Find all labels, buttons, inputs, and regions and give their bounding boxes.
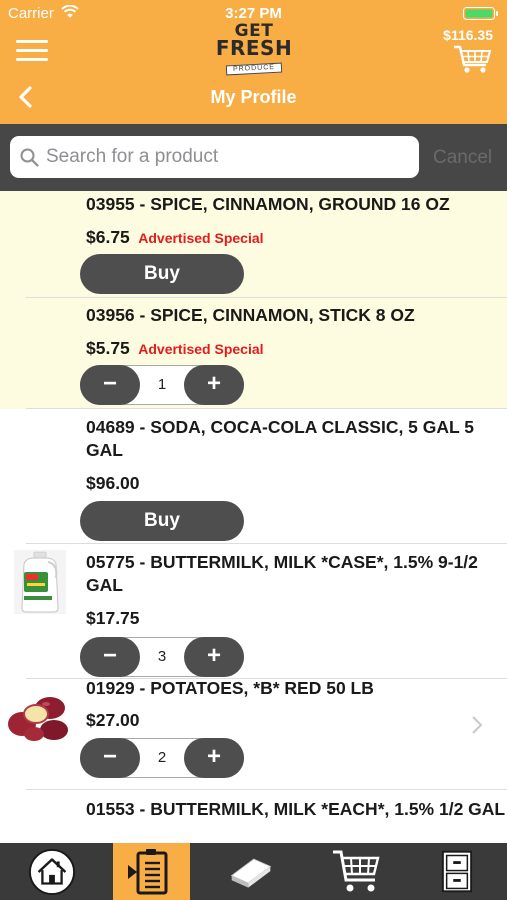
decrement-button[interactable]: − bbox=[80, 365, 140, 405]
cart-icon[interactable] bbox=[453, 44, 493, 74]
cancel-button[interactable]: Cancel bbox=[433, 147, 492, 169]
cart-total[interactable]: $116.35 bbox=[443, 27, 493, 43]
product-title: 04689 - SODA, COCA-COLA CLASSIC, 5 GAL 5… bbox=[86, 417, 474, 460]
price-row: $17.75 bbox=[86, 608, 140, 629]
quantity-stepper: − 2 + bbox=[80, 738, 244, 778]
menu-bar bbox=[16, 58, 48, 61]
tab-home[interactable] bbox=[0, 843, 113, 900]
logo-text-produce: PRODUCE bbox=[225, 62, 283, 76]
decrement-button[interactable]: − bbox=[80, 738, 140, 778]
search-bar: Cancel bbox=[0, 124, 507, 191]
filing-cabinet-icon bbox=[441, 850, 473, 893]
quantity-stepper: − 3 + bbox=[80, 637, 244, 677]
tab-files[interactable] bbox=[409, 843, 507, 900]
tab-orders[interactable] bbox=[113, 843, 190, 900]
quantity-value[interactable]: 2 bbox=[141, 739, 183, 777]
home-icon bbox=[28, 848, 76, 896]
product-price: $96.00 bbox=[86, 473, 140, 493]
catalog-book-icon bbox=[230, 858, 272, 888]
product-row[interactable]: 01553 - BUTTERMILK, MILK *EACH*, 1.5% 1/… bbox=[0, 790, 507, 843]
tab-catalog[interactable] bbox=[190, 843, 303, 900]
product-title: 01929 - POTATOES, *B* RED 50 LB bbox=[86, 678, 374, 698]
price-row: $96.00 bbox=[86, 473, 140, 494]
logo-text-fresh: FRESH bbox=[215, 36, 293, 60]
quantity-value[interactable]: 3 bbox=[141, 638, 183, 676]
price-row: $6.75 Advertised Special bbox=[86, 227, 264, 248]
search-input[interactable] bbox=[46, 136, 406, 178]
product-list: 03955 - SPICE, CINNAMON, GROUND 16 OZ $6… bbox=[0, 191, 507, 843]
menu-bar bbox=[16, 40, 48, 43]
product-row[interactable]: 03956 - SPICE, CINNAMON, STICK 8 OZ $5.7… bbox=[0, 298, 507, 409]
search-box[interactable] bbox=[10, 136, 419, 178]
product-price: $17.75 bbox=[86, 608, 140, 628]
product-row[interactable]: 01929 - POTATOES, *B* RED 50 LB $27.00 −… bbox=[0, 678, 507, 790]
decrement-button[interactable]: − bbox=[80, 637, 140, 677]
menu-bar bbox=[16, 49, 48, 52]
buttermilk-jug-image bbox=[14, 550, 66, 614]
battery-icon bbox=[463, 7, 498, 20]
special-badge: Advertised Special bbox=[138, 230, 264, 246]
page-title: My Profile bbox=[210, 87, 297, 107]
price-row: $5.75 Advertised Special bbox=[86, 338, 264, 359]
price-row: $27.00 bbox=[86, 710, 140, 731]
menu-button[interactable] bbox=[16, 38, 50, 64]
product-title: 03955 - SPICE, CINNAMON, GROUND 16 OZ bbox=[86, 194, 450, 214]
get-fresh-logo: GET FRESH PRODUCE bbox=[207, 23, 301, 76]
shopping-cart-icon bbox=[333, 850, 380, 892]
buy-button[interactable]: Buy bbox=[80, 501, 244, 541]
product-price: $27.00 bbox=[86, 710, 140, 730]
chevron-right-icon[interactable] bbox=[471, 715, 483, 735]
product-title: 01553 - BUTTERMILK, MILK *EACH*, 1.5% 1/… bbox=[86, 799, 506, 819]
red-potatoes-image bbox=[6, 694, 70, 742]
product-row[interactable]: 05775 - BUTTERMILK, MILK *CASE*, 1.5% 9-… bbox=[0, 544, 507, 679]
quantity-stepper: − 1 + bbox=[80, 365, 244, 405]
special-badge: Advertised Special bbox=[138, 341, 264, 357]
bottom-tab-bar bbox=[0, 843, 507, 900]
product-row[interactable]: 03955 - SPICE, CINNAMON, GROUND 16 OZ $6… bbox=[0, 191, 507, 298]
product-price: $6.75 bbox=[86, 227, 130, 247]
increment-button[interactable]: + bbox=[184, 637, 244, 677]
order-list-icon bbox=[128, 849, 168, 895]
status-time: 3:27 PM bbox=[225, 5, 282, 22]
increment-button[interactable]: + bbox=[184, 738, 244, 778]
buy-button[interactable]: Buy bbox=[80, 254, 244, 294]
product-row[interactable]: 04689 - SODA, COCA-COLA CLASSIC, 5 GAL 5… bbox=[0, 409, 507, 544]
increment-button[interactable]: + bbox=[184, 365, 244, 405]
quantity-value[interactable]: 1 bbox=[141, 366, 183, 404]
app-header: Carrier 3:27 PM GET FRESH PRODUCE $116.3… bbox=[0, 0, 507, 124]
search-icon bbox=[20, 148, 39, 167]
product-title: 05775 - BUTTERMILK, MILK *CASE*, 1.5% 9-… bbox=[86, 552, 478, 595]
product-title: 03956 - SPICE, CINNAMON, STICK 8 OZ bbox=[86, 305, 415, 325]
tab-cart[interactable] bbox=[303, 843, 409, 900]
product-price: $5.75 bbox=[86, 338, 130, 358]
